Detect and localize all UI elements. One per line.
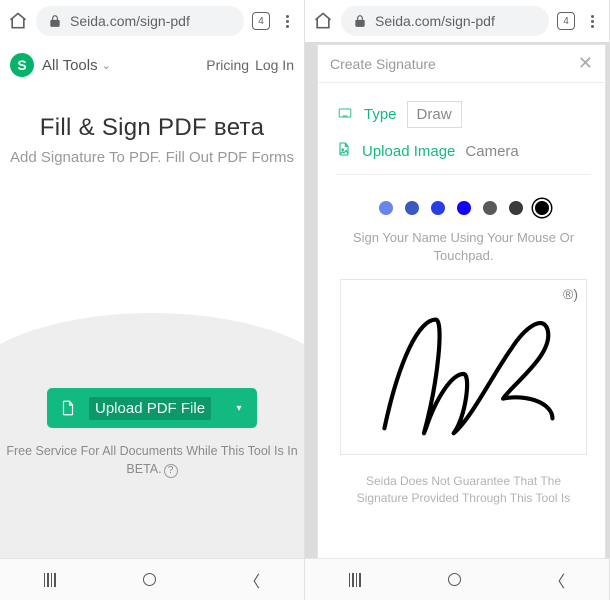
url-bar[interactable]: Seida.com/sign-pdf [36,6,244,36]
color-swatch[interactable] [509,201,523,215]
color-swatch[interactable] [483,201,497,215]
url-bar[interactable]: Seida.com/sign-pdf [341,6,549,36]
left-content: Fill & Sign PDF вета Add Signature To PD… [0,88,304,600]
tab-count-icon[interactable]: 4 [252,12,270,30]
color-swatch[interactable] [457,201,471,215]
browser-home-icon[interactable] [8,11,28,31]
app-header: S All Tools ⌄ Pricing Log In [0,42,304,88]
modal-title: Create Signature [330,56,436,72]
page-title: Fill & Sign PDF вета [4,114,300,142]
android-nav-bar: 〈 [0,558,304,600]
signature-stroke [341,280,586,454]
browser-chrome: Seida.com/sign-pdf 4 [0,0,304,42]
overflow-menu-icon[interactable] [278,15,296,28]
color-swatches [336,201,591,215]
url-text: Seida.com/sign-pdf [70,13,190,29]
nav-home-icon[interactable] [143,573,156,586]
modal-header: Create Signature ✕ [318,45,605,83]
color-swatch[interactable] [431,201,445,215]
android-nav-bar: 〈 [305,558,609,600]
color-swatch[interactable] [405,201,419,215]
chevron-down-icon: ⌄ [102,59,111,72]
file-icon [47,399,89,417]
nav-back-icon[interactable]: 〈 [244,568,260,592]
registered-mark: ®) [563,286,578,302]
close-icon[interactable]: ✕ [578,53,593,74]
overflow-menu-icon[interactable] [583,15,601,28]
right-pane: Seida.com/sign-pdf 4 Create Signature ✕ … [305,0,610,600]
signature-mode-tabs: Type Draw [336,101,591,128]
beta-note: Free Service For All Documents While Thi… [0,443,304,478]
browser-home-icon[interactable] [313,11,333,31]
color-swatch[interactable] [379,201,393,215]
nav-recents-icon[interactable] [349,573,361,587]
camera-link[interactable]: Camera [465,143,518,160]
pricing-link[interactable]: Pricing [206,57,249,73]
upload-pdf-button[interactable]: Upload PDF File ▾ [47,388,257,428]
login-link[interactable]: Log In [255,57,294,73]
tab-type[interactable]: Type [364,106,397,123]
left-pane: Seida.com/sign-pdf 4 S All Tools ⌄ Prici… [0,0,305,600]
lock-icon [353,14,367,28]
signature-instruction: Sign Your Name Using Your Mouse Or Touch… [336,229,591,265]
nav-recents-icon[interactable] [44,573,56,587]
upload-pdf-label: Upload PDF File [89,397,211,420]
help-icon[interactable]: ? [164,464,178,478]
image-file-icon [336,140,352,162]
create-signature-modal: Create Signature ✕ Type Draw Upload Imag… [317,44,606,560]
tab-draw[interactable]: Draw [407,101,462,128]
nav-back-icon[interactable]: 〈 [549,568,565,592]
lock-icon [48,14,62,28]
signature-canvas[interactable]: ®) [340,279,587,455]
url-text: Seida.com/sign-pdf [375,13,495,29]
tab-count-icon[interactable]: 4 [557,12,575,30]
signature-upload-row: Upload Image Camera [336,140,591,175]
signature-disclaimer: Seida Does Not Guarantee That The Signat… [336,473,591,507]
app-logo[interactable]: S [10,53,34,77]
color-swatch[interactable] [535,201,549,215]
nav-home-icon[interactable] [448,573,461,586]
upload-image-link[interactable]: Upload Image [362,143,455,160]
page-subtitle: Add Signature To PDF. Fill Out PDF Forms [4,148,300,168]
all-tools-menu[interactable]: All Tools ⌄ [42,57,111,74]
caret-down-icon[interactable]: ▾ [221,403,257,414]
browser-chrome: Seida.com/sign-pdf 4 [305,0,609,42]
keyboard-icon [336,106,354,124]
